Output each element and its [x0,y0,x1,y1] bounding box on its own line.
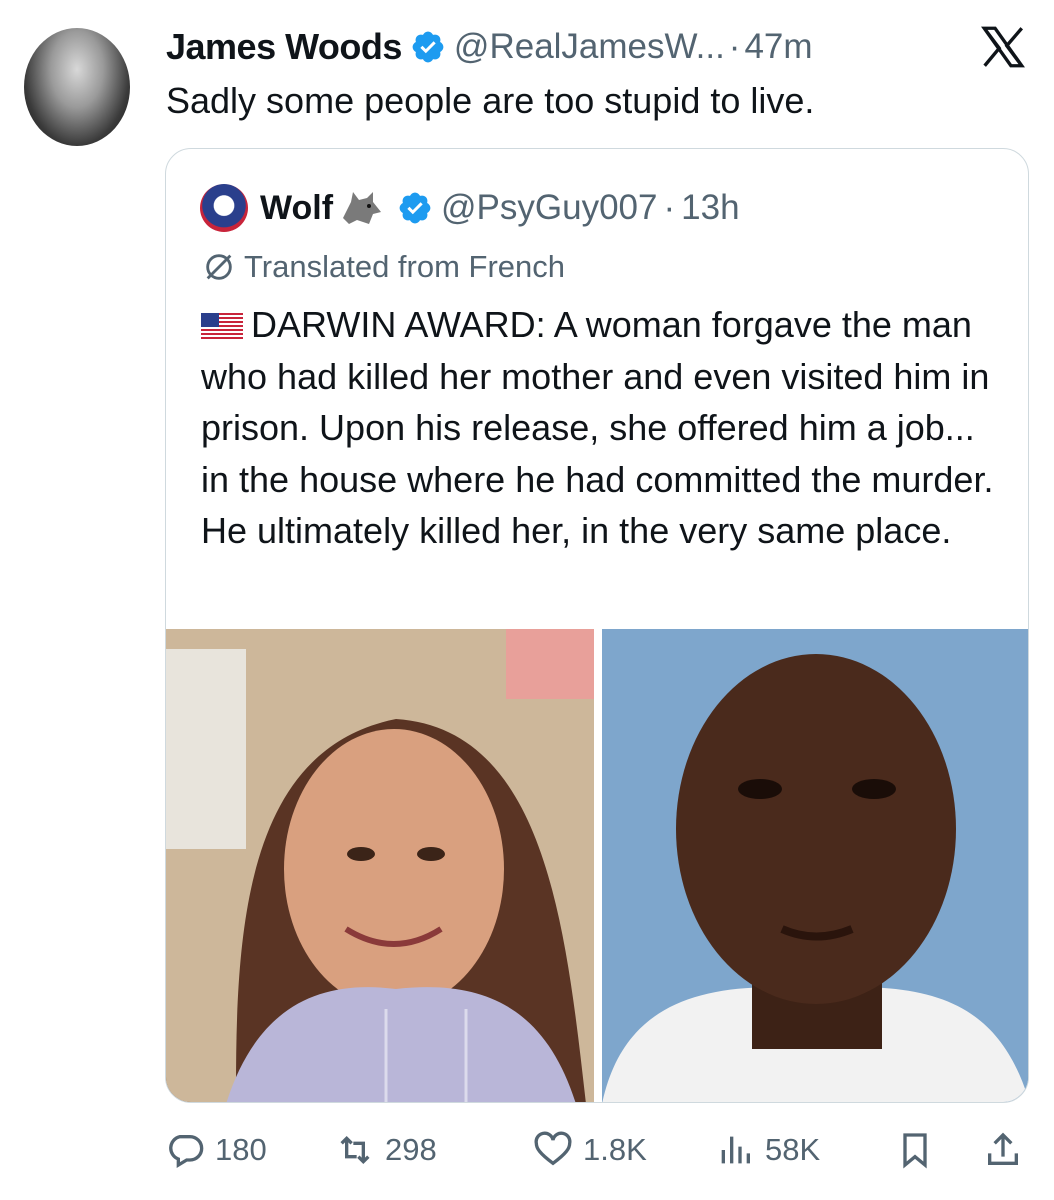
photo-woman-illustration [166,629,594,1102]
verified-icon [412,31,444,63]
views-icon [721,1136,750,1164]
reply-icon [169,1135,204,1168]
translated-text: Translated from French [244,249,566,284]
reply-button[interactable]: 180 [165,1122,267,1178]
bookmark-button[interactable] [895,1122,945,1178]
repost-count: 298 [385,1132,437,1167]
quoted-tweet-text: DARWIN AWARD: A woman forgave the man wh… [201,299,1001,557]
quoted-author-avatar[interactable] [200,184,248,232]
tweet-text: Sadly some people are too stupid to live… [166,80,815,121]
x-logo-icon [981,26,1025,68]
views-count: 58K [765,1132,821,1167]
like-button[interactable]: 1.8K [533,1122,647,1178]
quoted-separator: · [663,188,676,227]
quoted-author-handle[interactable]: @PsyGuy007 [441,188,657,228]
quoted-timestamp[interactable]: 13h [681,188,739,228]
photo-woman[interactable] [166,629,594,1102]
views-button[interactable]: 58K [715,1122,820,1178]
tweet-header: James Woods @RealJamesW... · 47m [166,22,813,72]
quoted-author-name[interactable]: Wolf [260,189,333,228]
author-avatar[interactable] [24,28,130,146]
share-icon [988,1132,1018,1165]
bookmark-icon [903,1133,927,1169]
repost-button[interactable]: 298 [335,1122,437,1178]
repost-icon [340,1135,370,1165]
separator: · [728,27,741,66]
action-bar: 180 298 1.8K 58K [165,1122,1031,1178]
author-name[interactable]: James Woods [166,26,402,68]
photo-man[interactable] [602,629,1028,1102]
quoted-verified-icon [399,192,431,224]
share-button[interactable] [983,1122,1033,1178]
like-icon [534,1131,572,1166]
quoted-tweet-header: Wolf @PsyGuy007 · 13h [200,183,740,233]
photo-man-illustration [602,629,1028,1102]
wolf-emoji-icon [343,192,382,224]
quoted-tweet-body: DARWIN AWARD: A woman forgave the man wh… [201,304,994,551]
flag-us-icon [201,313,243,339]
like-count: 1.8K [583,1132,647,1167]
translate-icon [206,254,232,280]
reply-count: 180 [215,1132,267,1167]
quoted-tweet[interactable]: Wolf @PsyGuy007 · 13h Translated from Fr… [165,148,1029,1103]
timestamp[interactable]: 47m [744,27,812,67]
translated-label[interactable]: Translated from French [202,249,565,285]
author-handle[interactable]: @RealJamesW... [454,27,725,67]
